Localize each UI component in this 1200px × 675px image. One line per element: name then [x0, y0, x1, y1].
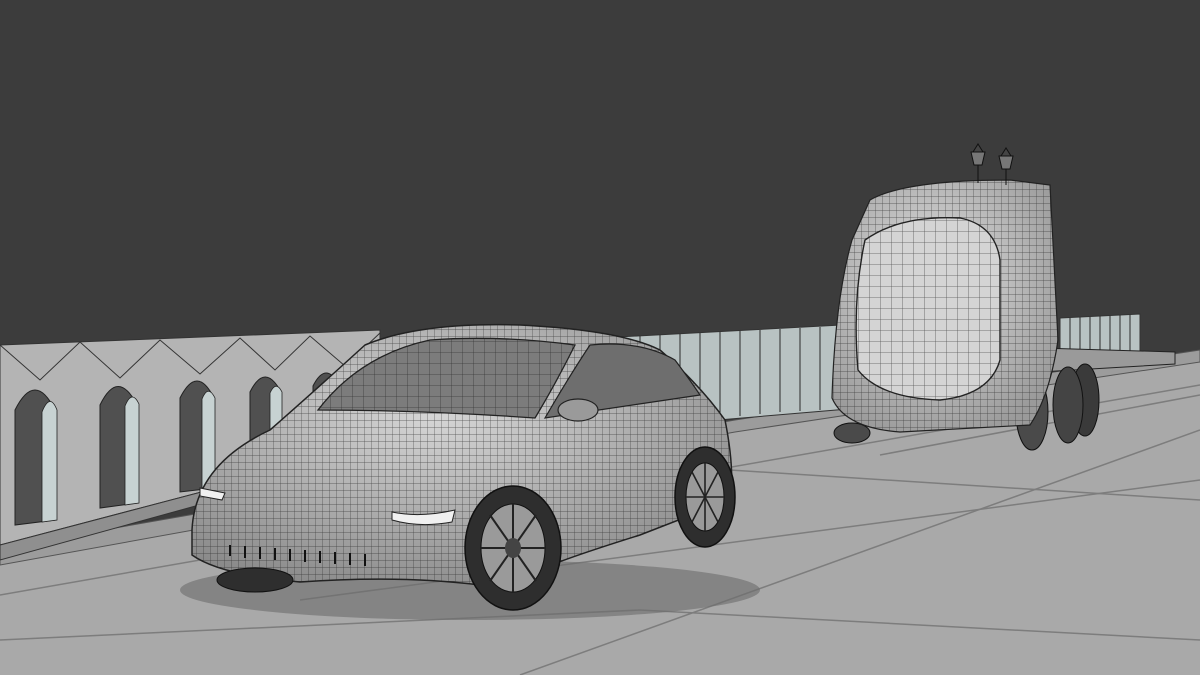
truck-wheel	[1052, 366, 1084, 444]
car-wheel-left	[216, 567, 294, 593]
car-wheel-rear	[674, 446, 736, 548]
viewport-canvas[interactable]	[0, 0, 1200, 675]
truck-wheel	[833, 422, 871, 444]
3d-viewport[interactable]	[0, 0, 1200, 675]
side-mirror	[557, 398, 599, 422]
car-wheel-front	[464, 485, 562, 611]
